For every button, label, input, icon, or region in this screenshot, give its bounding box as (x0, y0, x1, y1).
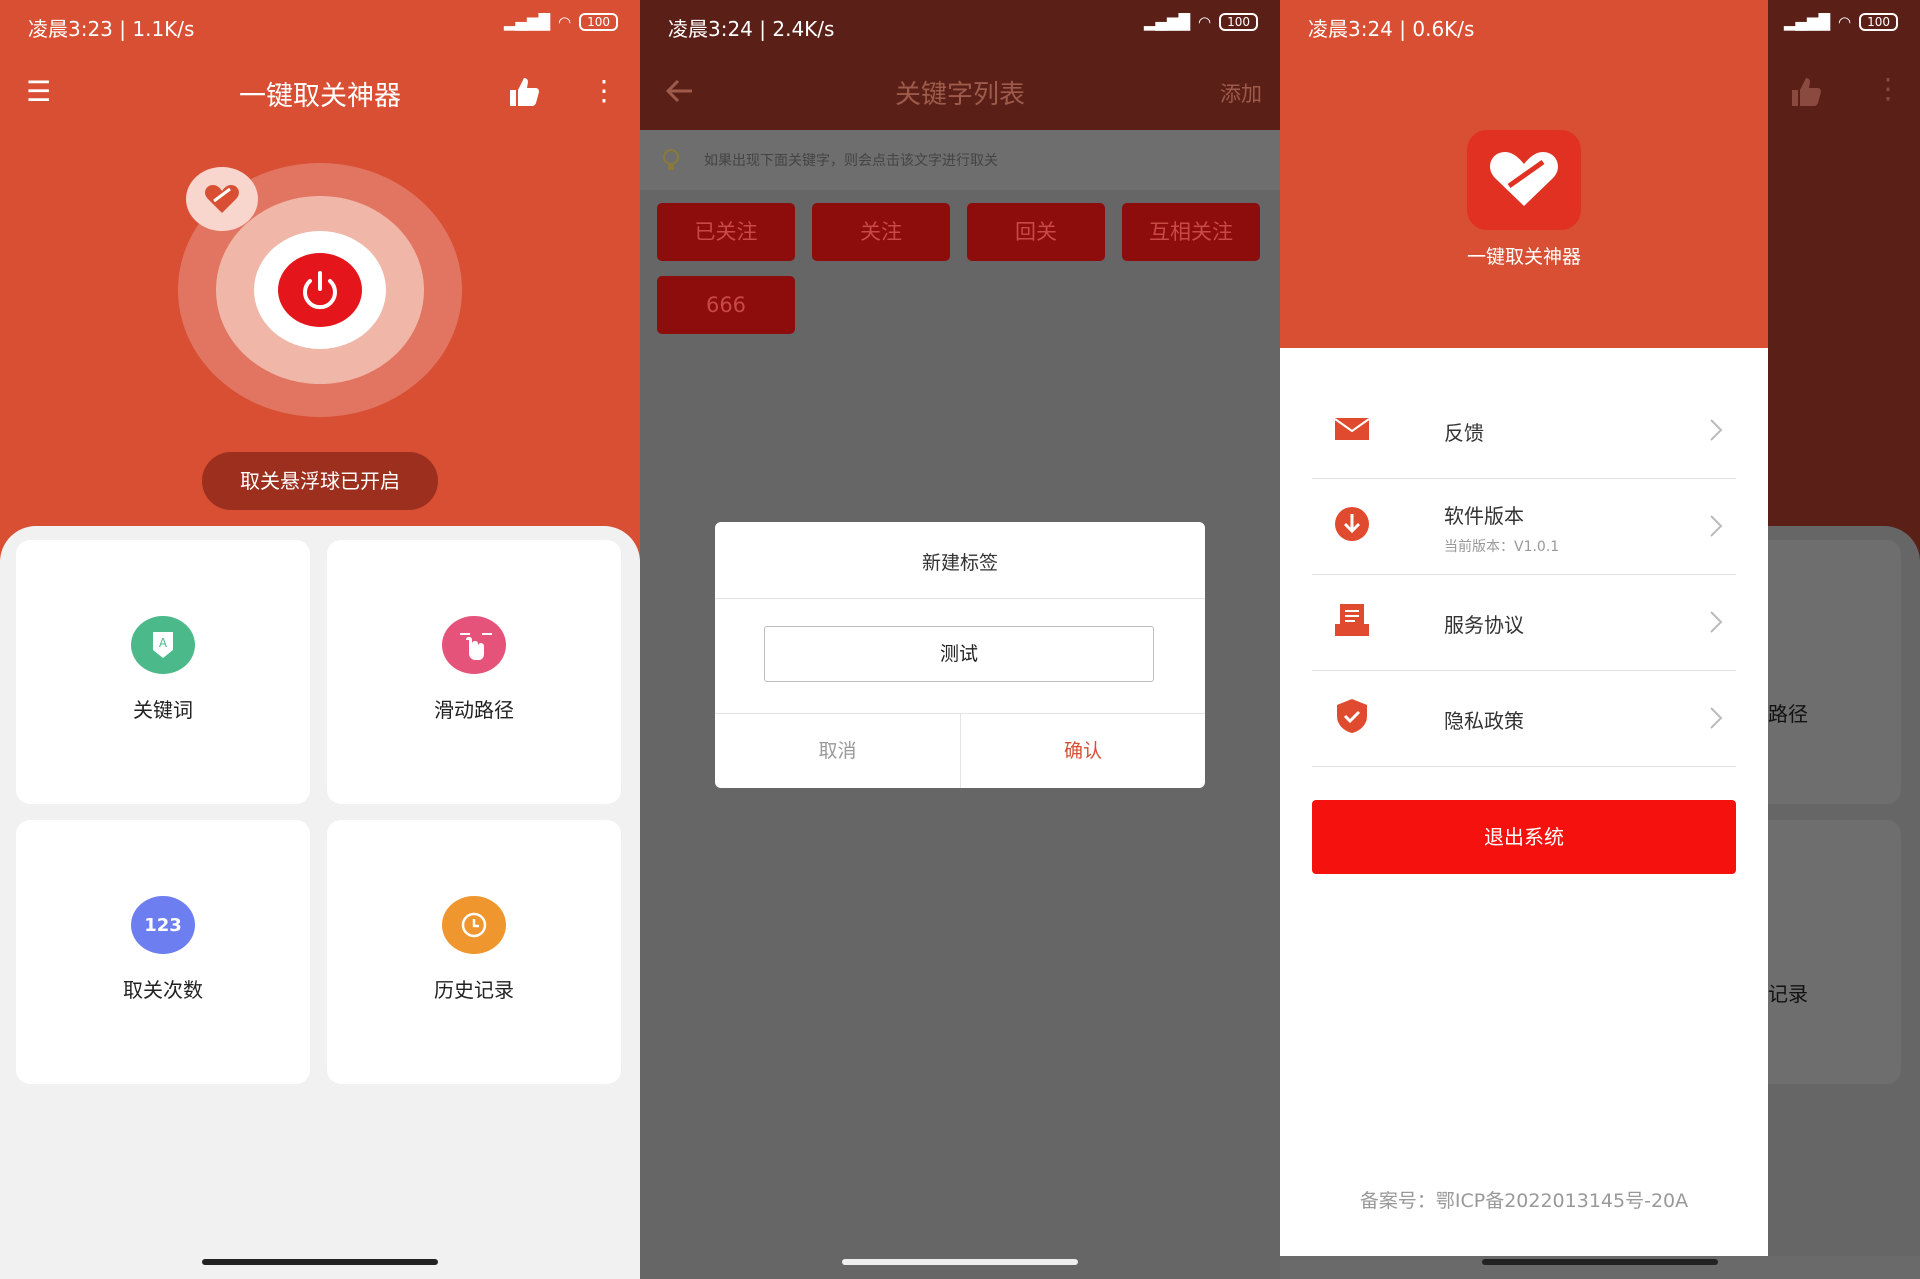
battery-icon: 100 (1859, 13, 1898, 31)
menu-label: 软件版本 (1444, 504, 1524, 528)
swipe-path-card[interactable]: 滑动路径 (327, 540, 621, 804)
keyword-tag[interactable]: 关注 (812, 203, 950, 261)
tip-bar: 如果出现下面关键字，则会点击该文字进行取关 (640, 130, 1280, 190)
keyword-label: 关键词 (133, 698, 193, 722)
unfollow-count-label: 取关次数 (123, 978, 203, 1002)
wifi-icon: ◠ (1838, 13, 1852, 31)
thumbs-up-icon[interactable] (506, 74, 542, 110)
chevron-right-icon (1706, 700, 1726, 736)
status-bar: 凌晨3:24 | 0.6K/s ▂▄▆█ ◠ 100 (1280, 0, 1920, 52)
wifi-icon: ◠ (1198, 13, 1212, 31)
divider (715, 598, 1205, 599)
mail-icon (1332, 408, 1372, 448)
float-ball-status[interactable]: 取关悬浮球已开启 (202, 452, 438, 510)
agreement-icon (1332, 600, 1372, 640)
chevron-right-icon (1706, 412, 1726, 448)
svg-text:A: A (159, 636, 168, 650)
status-time: 凌晨3:24 | 0.6K/s (1308, 17, 1475, 41)
chevron-right-icon (1706, 604, 1726, 640)
toolbar: ☰ 一键取关神器 ⋮ (0, 60, 640, 124)
signal-icon: ▂▄▆█ (503, 13, 550, 31)
thumbs-up-icon (1788, 74, 1824, 114)
background-label: 记录 (1768, 982, 1808, 1006)
page-title: 关键字列表 (894, 80, 1025, 110)
status-bar: 凌晨3:24 | 2.4K/s ▂▄▆█ ◠ 100 (640, 0, 1280, 52)
menu-item-feedback[interactable]: 反馈 (1312, 382, 1736, 479)
menu-label: 反馈 (1444, 421, 1484, 445)
keyword-tag[interactable]: 回关 (967, 203, 1105, 261)
unfollow-count-card[interactable]: 123 取关次数 (16, 820, 310, 1084)
status-bar: 凌晨3:23 | 1.1K/s ▂▄▆█ ◠ 100 (0, 0, 640, 52)
menu-item-version[interactable]: 软件版本 当前版本：V1.0.1 (1312, 478, 1736, 575)
shield-icon (1332, 696, 1372, 736)
app-logo (1467, 130, 1581, 230)
app-name: 一键取关神器 (1466, 246, 1581, 268)
more-vert-icon[interactable]: ⋮ (590, 74, 618, 110)
signal-icon: ▂▄▆█ (1143, 13, 1190, 31)
battery-icon: 100 (1219, 13, 1258, 31)
background-label: 路径 (1768, 702, 1808, 726)
more-vert-icon: ⋮ (1874, 72, 1902, 105)
heart-icon (186, 167, 258, 231)
keyword-tag[interactable]: 互相关注 (1122, 203, 1260, 261)
menu-label: 服务协议 (1444, 613, 1524, 637)
add-button[interactable]: 添加 (1220, 78, 1262, 108)
feature-grid: A 关键词 滑动路径 123 取关次数 历史记录 (0, 526, 640, 1256)
home-screen: 凌晨3:23 | 1.1K/s ▂▄▆█ ◠ 100 ☰ 一键取关神器 ⋮ 取关… (0, 0, 640, 1279)
drawer-screen: 路径 记录 ⋮ 凌晨3:24 | 0.6K/s ▂▄▆█ ◠ 100 一键取关神… (1280, 0, 1920, 1279)
page-title: 一键取关神器 (239, 81, 401, 112)
dialog-title: 新建标签 (921, 552, 998, 574)
battery-icon: 100 (579, 13, 618, 31)
home-indicator (842, 1259, 1078, 1265)
swipe-path-icon (442, 616, 506, 674)
status-time: 凌晨3:24 | 2.4K/s (668, 17, 835, 41)
swipe-path-label: 滑动路径 (434, 698, 514, 722)
new-tag-dialog: 新建标签 测试 取消 确认 (715, 522, 1205, 788)
home-indicator (202, 1259, 438, 1265)
wifi-icon: ◠ (558, 13, 572, 31)
keyword-tag[interactable]: 已关注 (657, 203, 795, 261)
power-button[interactable] (278, 253, 362, 327)
logout-button[interactable]: 退出系统 (1312, 800, 1736, 874)
chevron-right-icon (1706, 508, 1726, 544)
home-indicator (1482, 1259, 1718, 1265)
download-icon (1332, 504, 1372, 544)
keyword-icon: A (131, 616, 195, 674)
navigation-drawer: 一键取关神器 反馈 软件版本 当前版本：V1.0.1 服务协议 隐私政策 退出系… (1280, 0, 1768, 1256)
count-glyph: 123 (144, 915, 182, 936)
lightbulb-icon (660, 146, 682, 174)
history-label: 历史记录 (434, 978, 514, 1002)
cancel-button[interactable]: 取消 (715, 714, 960, 788)
keyword-tag[interactable]: 666 (657, 276, 795, 334)
tip-text: 如果出现下面关键字，则会点击该文字进行取关 (704, 153, 998, 169)
keyword-list-screen: 凌晨3:24 | 2.4K/s ▂▄▆█ ◠ 100 关键字列表 添加 如果出现… (640, 0, 1280, 1279)
confirm-button[interactable]: 确认 (961, 714, 1205, 788)
drawer-header: 一键取关神器 (1280, 0, 1768, 348)
keyword-card[interactable]: A 关键词 (16, 540, 310, 804)
icp-record: 备案号：鄂ICP备2022013145号-20A (1359, 1190, 1689, 1212)
menu-item-agreement[interactable]: 服务协议 (1312, 574, 1736, 671)
status-time: 凌晨3:23 | 1.1K/s (28, 17, 195, 41)
version-text: 当前版本：V1.0.1 (1444, 539, 1560, 555)
signal-icon: ▂▄▆█ (1783, 13, 1830, 31)
history-card[interactable]: 历史记录 (327, 820, 621, 1084)
menu-item-privacy[interactable]: 隐私政策 (1312, 670, 1736, 767)
tag-name-input[interactable]: 测试 (764, 626, 1154, 682)
history-icon (442, 896, 506, 954)
count-icon: 123 (131, 896, 195, 954)
menu-label: 隐私政策 (1444, 709, 1524, 733)
